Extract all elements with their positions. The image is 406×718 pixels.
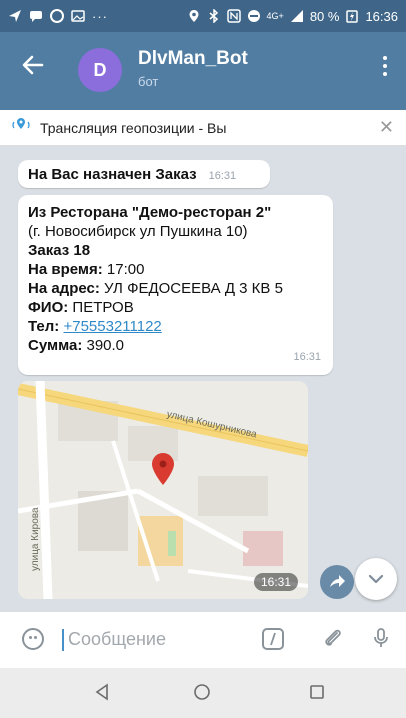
opera-icon: [50, 9, 64, 23]
clock: 16:36: [365, 8, 398, 24]
order-message-bubble[interactable]: Из Ресторана "Демо-ресторан 2" (г. Новос…: [18, 195, 333, 375]
more-menu-icon[interactable]: [382, 56, 388, 80]
live-location-banner[interactable]: Трансляция геопозиции - Вы ✕: [0, 110, 406, 146]
navigation-arrow-icon: [8, 9, 22, 23]
avatar[interactable]: D: [78, 48, 122, 92]
battery-charging-icon: [345, 9, 359, 23]
delivery-time-value: 17:00: [102, 261, 145, 278]
microphone-icon[interactable]: [368, 626, 394, 652]
order-number-line: Заказ 18: [28, 242, 91, 259]
message-bubble[interactable]: На Вас назначен Заказ 16:31: [18, 160, 270, 188]
chat-icon: [29, 9, 43, 23]
delivery-address-label: На адрес:: [28, 280, 100, 297]
chat-title[interactable]: DlvMan_Bot: [138, 48, 248, 70]
chat-header: D DlvMan_Bot бот: [0, 32, 406, 110]
delivery-time-line: На время: 17:00: [28, 260, 323, 279]
more-notifications-icon: ···: [92, 8, 108, 24]
customer-name-label: ФИО:: [28, 299, 69, 316]
signal-icon: [290, 9, 304, 23]
location-icon: [187, 9, 201, 23]
emoji-icon[interactable]: [22, 628, 44, 650]
do-not-disturb-icon: [247, 9, 261, 23]
restaurant-line: Из Ресторана "Демо-ресторан 2": [28, 204, 272, 221]
customer-name-line: ФИО: ПЕТРОВ: [28, 298, 323, 317]
map-image: [18, 381, 308, 599]
phone-line: Тел: +75553211122: [28, 317, 323, 336]
delivery-time-label: На время:: [28, 261, 103, 278]
close-icon[interactable]: ✕: [379, 117, 394, 138]
chat-subtitle: бот: [138, 74, 159, 89]
attach-icon[interactable]: [320, 626, 346, 652]
nav-recent-apps-icon[interactable]: [305, 681, 329, 705]
text-cursor: [62, 629, 64, 651]
live-location-icon: [12, 117, 30, 138]
customer-name-value: ПЕТРОВ: [68, 299, 134, 316]
sum-label: Сумма:: [28, 337, 83, 354]
message-text: На Вас назначен Заказ: [28, 165, 197, 183]
scroll-down-button[interactable]: [355, 558, 397, 600]
network-type: 4G+: [266, 11, 284, 21]
bot-command-icon[interactable]: [262, 628, 284, 650]
message-time: 16:31: [253, 573, 298, 591]
phone-label: Тел:: [28, 318, 60, 335]
android-navigation-bar: [0, 668, 406, 718]
back-arrow-icon[interactable]: [20, 52, 50, 82]
chevron-down-icon: [368, 574, 384, 584]
location-map-message[interactable]: улица Кошурникова улица Кирова 16:31: [18, 381, 308, 599]
bluetooth-icon: [207, 8, 221, 24]
banner-text: Трансляция геопозиции - Вы: [40, 119, 227, 136]
share-button[interactable]: [320, 565, 354, 599]
delivery-address-value: УЛ ФЕДОСЕЕВА Д 3 КВ 5: [99, 280, 283, 297]
telegram-chat-screen: ··· 4G+ 80 % 16:36 D DlvMan_Bot бот Тран…: [0, 0, 406, 718]
nfc-icon: [226, 9, 241, 23]
message-time: 16:31: [208, 169, 237, 182]
message-input[interactable]: Сообщение: [68, 629, 166, 650]
nav-back-icon[interactable]: [90, 681, 114, 705]
phone-link[interactable]: +75553211122: [63, 318, 161, 335]
message-composer: Сообщение: [0, 612, 406, 668]
share-arrow-icon: [330, 575, 345, 587]
map-street-label-left: улица Кирова: [30, 507, 41, 571]
sum-value: 390.0: [82, 337, 125, 354]
battery-percent: 80 %: [309, 8, 340, 24]
message-time: 16:31: [293, 351, 321, 363]
sum-line: Сумма: 390.0: [28, 336, 323, 355]
gallery-icon: [71, 9, 85, 23]
status-bar: ··· 4G+ 80 % 16:36: [0, 0, 406, 32]
nav-home-icon[interactable]: [190, 681, 214, 705]
delivery-address-line: На адрес: УЛ ФЕДОСЕЕВА Д 3 КВ 5: [28, 279, 323, 298]
restaurant-address-line: (г. Новосибирск ул Пушкина 10): [28, 223, 248, 240]
